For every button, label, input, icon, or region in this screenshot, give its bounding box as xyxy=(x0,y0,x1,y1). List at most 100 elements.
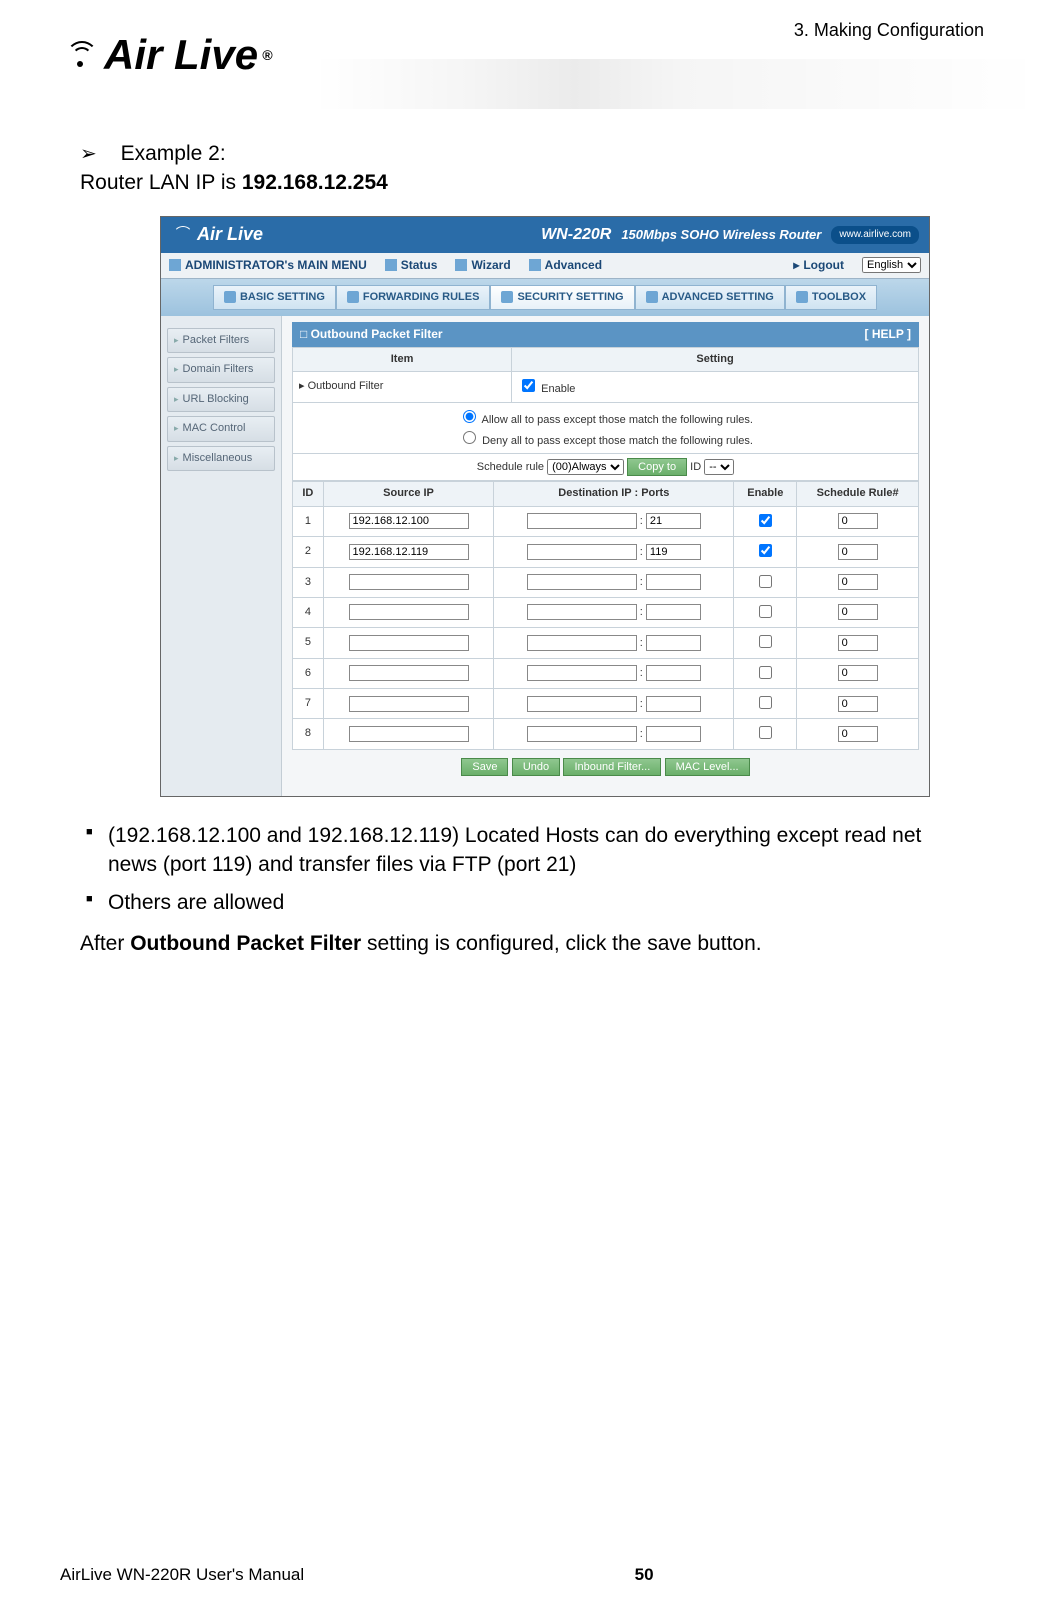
row-id: 8 xyxy=(293,719,324,749)
enable-checkbox[interactable] xyxy=(522,379,535,392)
tab-security-label: SECURITY SETTING xyxy=(517,290,623,305)
dest-port-input[interactable] xyxy=(646,544,701,560)
page-footer: AirLive WN-220R User's Manual 50 xyxy=(60,1565,984,1585)
source-ip-input[interactable] xyxy=(349,513,469,529)
tab-advanced-setting[interactable]: ADVANCED SETTING xyxy=(635,285,785,310)
sidebar-item-url-blocking[interactable]: URL Blocking xyxy=(167,387,275,412)
dest-ip-input[interactable] xyxy=(527,665,637,681)
main-panel: □ Outbound Packet Filter [ HELP ] Item S… xyxy=(282,316,929,796)
menu-logout[interactable]: ▸ Logout xyxy=(793,257,844,274)
radio-deny-label: Deny all to pass except those match the … xyxy=(482,435,753,447)
dest-ip-input[interactable] xyxy=(527,635,637,651)
dest-ip-input[interactable] xyxy=(527,726,637,742)
source-ip-input[interactable] xyxy=(349,604,469,620)
registered-icon: ® xyxy=(262,47,272,63)
radio-allow[interactable] xyxy=(463,410,476,423)
row-enable-checkbox[interactable] xyxy=(759,544,772,557)
tab-toolbox[interactable]: TOOLBOX xyxy=(785,285,877,310)
source-ip-input[interactable] xyxy=(349,665,469,681)
id-select[interactable]: -- xyxy=(704,459,734,475)
footer-manual-name: AirLive WN-220R User's Manual xyxy=(60,1565,304,1585)
tab-forwarding-label: FORWARDING RULES xyxy=(363,290,480,305)
dest-ip-input[interactable] xyxy=(527,513,637,529)
menu-wizard[interactable]: Wizard xyxy=(455,257,510,274)
sidebar-item-packet-filters[interactable]: Packet Filters xyxy=(167,328,275,353)
dest-port-input[interactable] xyxy=(646,604,701,620)
source-ip-input[interactable] xyxy=(349,574,469,590)
menu-advanced-label: Advanced xyxy=(545,257,602,274)
lan-ip-value: 192.168.12.254 xyxy=(242,171,388,194)
sidebar-item-miscellaneous[interactable]: Miscellaneous xyxy=(167,446,275,471)
schedule-label: Schedule rule xyxy=(477,461,544,473)
after-text-prefix: After xyxy=(80,932,130,955)
table-row: 5 : xyxy=(293,628,919,658)
row-enable-checkbox[interactable] xyxy=(759,514,772,527)
schedule-rule-input[interactable] xyxy=(838,665,878,681)
sidebar-item-mac-control[interactable]: MAC Control xyxy=(167,416,275,441)
source-ip-input[interactable] xyxy=(349,635,469,651)
schedule-rule-input[interactable] xyxy=(838,574,878,590)
menu-logout-label: Logout xyxy=(803,257,844,274)
advanced-icon xyxy=(529,259,541,271)
row-enable-checkbox[interactable] xyxy=(759,575,772,588)
dest-ip-input[interactable] xyxy=(527,544,637,560)
radio-deny[interactable] xyxy=(463,431,476,444)
router-model: WN-220R xyxy=(541,224,611,246)
lan-ip-prefix: Router LAN IP is xyxy=(80,171,242,194)
menu-status[interactable]: Status xyxy=(385,257,438,274)
footer-page-number: 50 xyxy=(635,1565,654,1585)
schedule-rule-input[interactable] xyxy=(838,635,878,651)
bullet-item: (192.168.12.100 and 192.168.12.119) Loca… xyxy=(80,821,964,880)
dest-port-input[interactable] xyxy=(646,635,701,651)
router-screenshot: Air Live WN-220R 150Mbps SOHO Wireless R… xyxy=(160,216,930,797)
mac-level-button[interactable]: MAC Level... xyxy=(665,758,750,776)
advanced-tab-icon xyxy=(646,291,658,303)
row-id: 6 xyxy=(293,658,324,688)
menu-wizard-label: Wizard xyxy=(471,257,510,274)
dest-ip-input[interactable] xyxy=(527,574,637,590)
example-line: ➢ Example 2: xyxy=(80,139,964,168)
sidebar-item-domain-filters[interactable]: Domain Filters xyxy=(167,357,275,382)
row-enable-checkbox[interactable] xyxy=(759,726,772,739)
schedule-select[interactable]: (00)Always xyxy=(547,459,624,475)
help-link[interactable]: [ HELP ] xyxy=(865,326,911,343)
dest-port-input[interactable] xyxy=(646,665,701,681)
schedule-rule-input[interactable] xyxy=(838,604,878,620)
tab-basic-setting[interactable]: BASIC SETTING xyxy=(213,285,336,310)
save-button[interactable]: Save xyxy=(461,758,508,776)
tab-forwarding-rules[interactable]: FORWARDING RULES xyxy=(336,285,491,310)
dest-port-input[interactable] xyxy=(646,574,701,590)
copy-to-button[interactable]: Copy to xyxy=(627,458,687,476)
after-text-suffix: setting is configured, click the save bu… xyxy=(361,932,761,955)
schedule-rule-input[interactable] xyxy=(838,544,878,560)
signal-icon xyxy=(60,35,100,75)
after-text: After Outbound Packet Filter setting is … xyxy=(80,929,964,958)
schedule-rule-input[interactable] xyxy=(838,513,878,529)
tab-basic-label: BASIC SETTING xyxy=(240,290,325,305)
undo-button[interactable]: Undo xyxy=(512,758,560,776)
source-ip-input[interactable] xyxy=(349,544,469,560)
schedule-rule-input[interactable] xyxy=(838,726,878,742)
row-id: 1 xyxy=(293,506,324,536)
row-enable-checkbox[interactable] xyxy=(759,696,772,709)
dest-port-input[interactable] xyxy=(646,513,701,529)
row-enable-checkbox[interactable] xyxy=(759,605,772,618)
brand-logo-text: Air Live xyxy=(104,31,258,79)
source-ip-input[interactable] xyxy=(349,726,469,742)
schedule-rule-input[interactable] xyxy=(838,696,878,712)
row-enable-checkbox[interactable] xyxy=(759,635,772,648)
dest-ip-input[interactable] xyxy=(527,604,637,620)
source-ip-input[interactable] xyxy=(349,696,469,712)
signal-icon xyxy=(171,224,193,246)
row-enable-checkbox[interactable] xyxy=(759,666,772,679)
dest-ip-input[interactable] xyxy=(527,696,637,712)
inbound-filter-button[interactable]: Inbound Filter... xyxy=(563,758,661,776)
status-icon xyxy=(385,259,397,271)
menu-advanced[interactable]: Advanced xyxy=(529,257,602,274)
admin-menubar: ADMINISTRATOR's MAIN MENU Status Wizard … xyxy=(161,253,929,279)
dest-port-input[interactable] xyxy=(646,696,701,712)
tab-security-setting[interactable]: SECURITY SETTING xyxy=(490,285,634,310)
dest-port-input[interactable] xyxy=(646,726,701,742)
col-src: Source IP xyxy=(323,482,494,506)
language-select[interactable]: English xyxy=(862,257,921,273)
